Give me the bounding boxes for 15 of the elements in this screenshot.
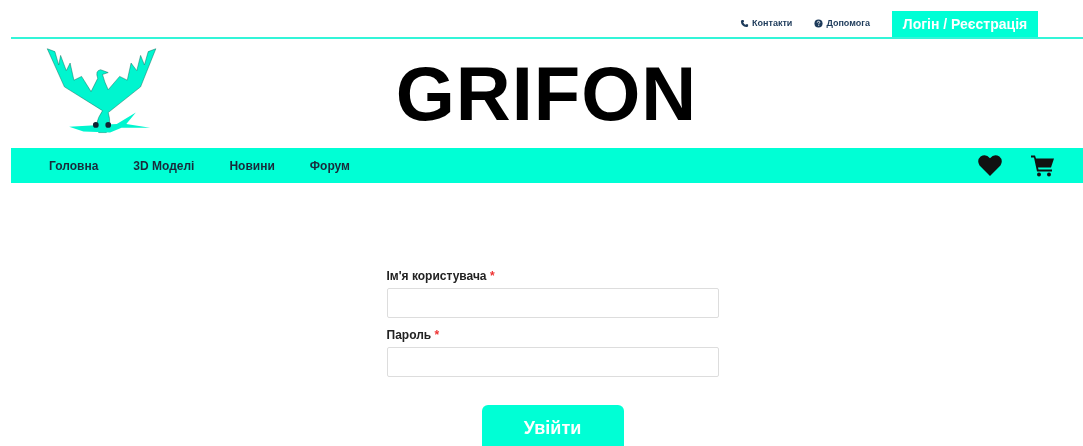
nav-link[interactable]: Новини: [229, 158, 275, 173]
site-logo-text: GRIFON: [395, 50, 698, 137]
nav-link[interactable]: 3D Моделі: [133, 158, 195, 173]
field-label: Ім'я користувача *: [386, 269, 496, 283]
top-link[interactable]: Контакти: [740, 18, 793, 28]
nav-link[interactable]: Головна: [49, 158, 99, 173]
help-icon: [814, 18, 824, 28]
heart-icon[interactable]: [977, 154, 1003, 177]
top-link[interactable]: Допомога: [814, 18, 870, 28]
cart-icon[interactable]: [1031, 154, 1055, 177]
field-label: Пароль *: [386, 328, 441, 342]
phone-icon: [740, 18, 750, 28]
nav-link[interactable]: Форум: [309, 158, 350, 173]
input-field[interactable]: [386, 347, 719, 377]
input-field[interactable]: [386, 288, 719, 318]
